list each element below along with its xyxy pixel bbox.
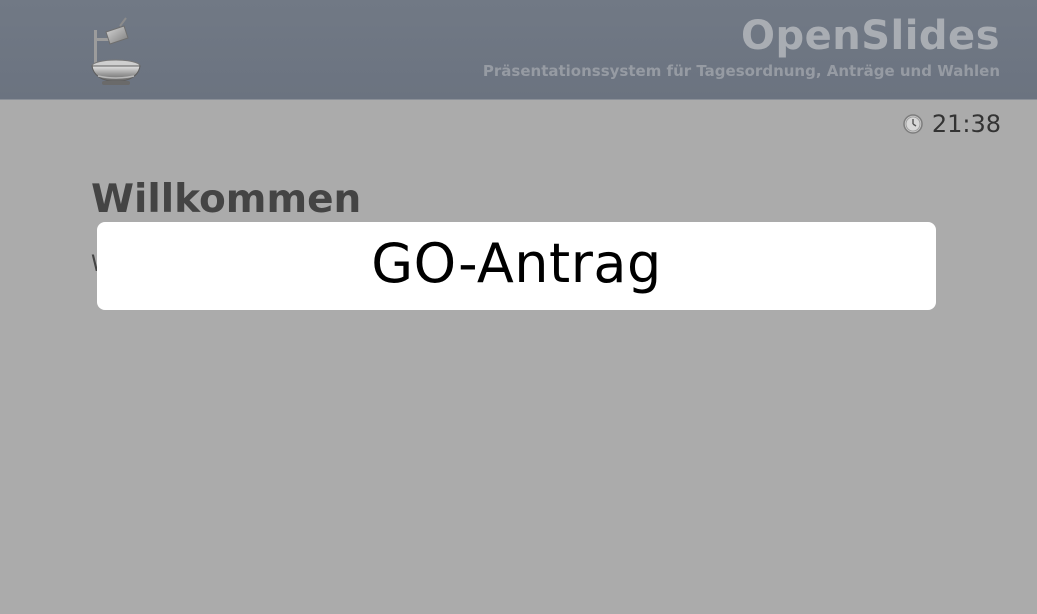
overhead-projector-icon <box>86 14 146 88</box>
clock-time: 21:38 <box>931 110 1001 138</box>
page-title: Willkommen <box>91 177 362 222</box>
header-bar: OpenSlides Präsentationssystem für Tages… <box>0 0 1037 100</box>
overlay-message: GO-Antrag <box>371 232 662 295</box>
clock-icon <box>902 113 924 135</box>
app-subtitle: Präsentationssystem für Tagesordnung, An… <box>482 62 1000 80</box>
brand: OpenSlides Präsentationssystem für Tages… <box>483 12 1000 80</box>
app-title: OpenSlides <box>740 13 1000 59</box>
overlay-message-box: GO-Antrag <box>97 222 936 310</box>
clock: 21:38 <box>902 110 1001 138</box>
